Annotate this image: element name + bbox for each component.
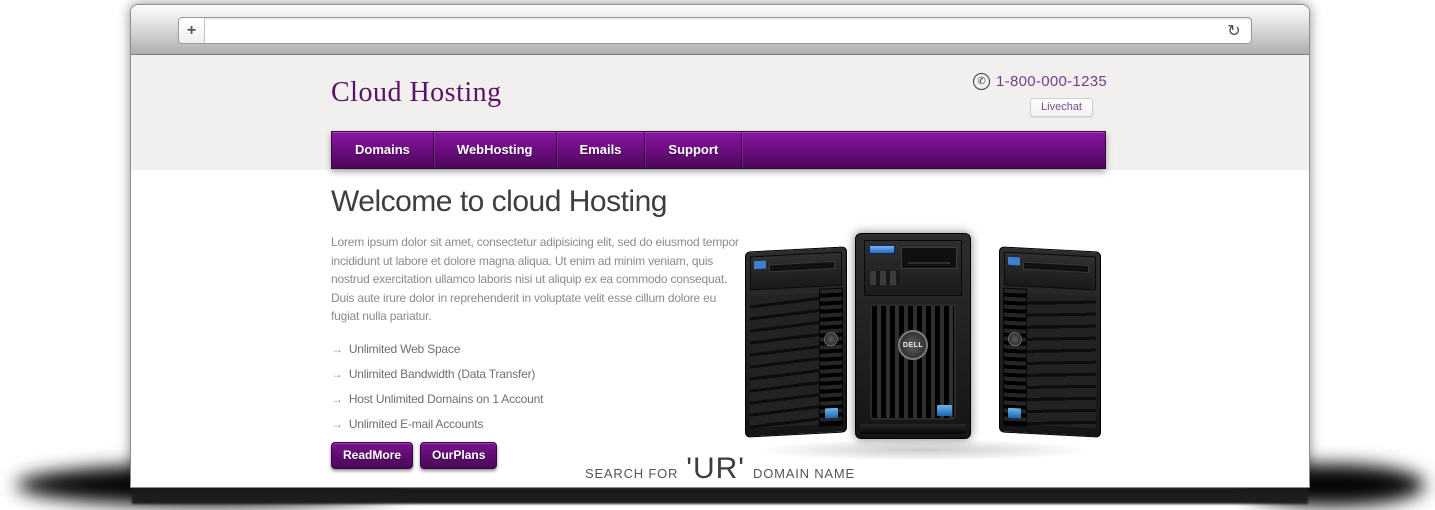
browser-window: + ↻ Cloud Hosting ✆ 1-800-000-1235 Livec… — [130, 4, 1310, 488]
nav-item-support[interactable]: Support — [645, 132, 742, 168]
new-tab-button[interactable]: + — [179, 18, 205, 43]
phone-number: 1-800-000-1235 — [996, 73, 1107, 90]
feature-label: Unlimited Bandwidth (Data Transfer) — [349, 367, 535, 381]
phone-icon: ✆ — [973, 73, 990, 90]
site-logo[interactable]: Cloud Hosting — [331, 77, 502, 109]
refresh-icon[interactable]: ↻ — [1217, 18, 1251, 43]
feature-item: → Unlimited Web Space — [331, 342, 746, 356]
server-front-grille — [870, 304, 956, 420]
server-display — [1008, 257, 1020, 266]
server-side-vents — [750, 293, 820, 429]
site-page: Cloud Hosting ✆ 1-800-000-1235 Livechat … — [131, 55, 1309, 488]
server-tower-left — [745, 246, 847, 437]
optical-drive — [901, 247, 957, 269]
server-tower-right — [999, 246, 1101, 437]
server-top-panel — [750, 252, 842, 291]
search-banner-prefix: SEARCH FOR — [585, 466, 678, 481]
server-base — [860, 424, 966, 434]
server-buttons — [870, 271, 900, 285]
server-front-grille — [819, 288, 843, 427]
arrow-icon: → — [331, 417, 343, 431]
contact-block: ✆ 1-800-000-1235 Livechat — [973, 73, 1107, 117]
url-bar: + ↻ — [178, 17, 1252, 44]
search-banner-highlight: 'UR' — [686, 452, 745, 486]
servers-image: DELL — [743, 233, 1103, 445]
phone-row: ✆ 1-800-000-1235 — [973, 73, 1107, 90]
main-nav: Domains WebHosting Emails Support — [331, 131, 1106, 169]
browser-chrome: + ↻ — [131, 5, 1309, 55]
feature-list: → Unlimited Web Space → Unlimited Bandwidt… — [331, 342, 746, 431]
screenshot-stage: + ↻ Cloud Hosting ✆ 1-800-000-1235 Livec… — [0, 0, 1435, 510]
arrow-icon: → — [331, 392, 343, 406]
server-front-grille — [1003, 288, 1027, 427]
livechat-button[interactable]: Livechat — [1030, 98, 1093, 117]
page-title: Welcome to cloud Hosting — [331, 185, 746, 219]
intro-paragraph: Lorem ipsum dolor sit amet, consectetur … — [331, 233, 743, 326]
nav-item-domains[interactable]: Domains — [332, 132, 434, 168]
server-top-panel — [1004, 252, 1096, 291]
feature-item: → Host Unlimited Domains on 1 Account — [331, 392, 746, 406]
feature-item: → Unlimited E-mail Accounts — [331, 417, 746, 431]
nav-item-webhosting[interactable]: WebHosting — [434, 132, 557, 168]
feature-item: → Unlimited Bandwidth (Data Transfer) — [331, 367, 746, 381]
feature-label: Host Unlimited Domains on 1 Account — [349, 392, 543, 406]
server-tower-center: DELL — [855, 233, 971, 439]
url-input[interactable] — [205, 18, 1217, 43]
server-display — [754, 261, 766, 270]
server-emblem — [1008, 332, 1022, 347]
intel-sticker — [825, 408, 838, 419]
search-domain-banner: SEARCH FOR 'UR' DOMAIN NAME — [131, 452, 1309, 488]
window-shadow-bottom-bar — [132, 487, 1308, 504]
server-side-vents — [1026, 293, 1096, 429]
search-banner-suffix: DOMAIN NAME — [753, 466, 855, 481]
optical-drive — [769, 261, 835, 272]
server-display — [869, 245, 895, 254]
intel-sticker — [1008, 408, 1021, 419]
nav-item-emails[interactable]: Emails — [557, 132, 646, 168]
arrow-icon: → — [331, 342, 343, 356]
arrow-icon: → — [331, 367, 343, 381]
feature-label: Unlimited E-mail Accounts — [349, 417, 483, 431]
optical-drive — [1023, 262, 1089, 273]
dell-emblem: DELL — [898, 330, 928, 360]
feature-label: Unlimited Web Space — [349, 342, 460, 356]
server-top-panel — [864, 240, 962, 296]
intel-sticker — [937, 405, 952, 416]
intro-section: Welcome to cloud Hosting Lorem ipsum dol… — [331, 185, 746, 469]
